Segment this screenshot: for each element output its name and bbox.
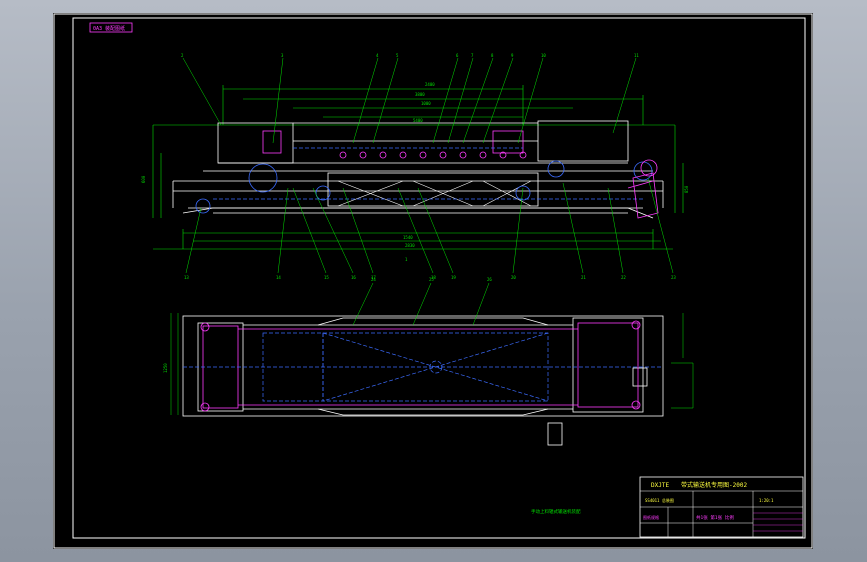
title-project: DXJTE xyxy=(651,482,669,489)
rollers xyxy=(262,130,527,159)
elevation-dimensions xyxy=(152,85,684,250)
balloon-19: 19 xyxy=(451,275,456,280)
balloon-5: 5 xyxy=(396,53,399,58)
balloon-21: 21 xyxy=(581,275,586,280)
drawing-svg: 0A3 装配图纸 2400 3800 1000 5400 600 850 154… xyxy=(53,13,813,549)
title-drawing: 带式输送机专用图-2002 xyxy=(681,481,747,489)
plan-view: 1250 24 25 26 xyxy=(163,277,694,446)
elevation-frame xyxy=(172,120,664,219)
dim-side-2: 850 xyxy=(684,185,689,193)
title-company: 图纸规格 xyxy=(643,514,659,520)
balloon-11: 11 xyxy=(634,53,639,58)
title-drawing-no: SS4011 总装图 xyxy=(645,497,674,503)
balloon-26: 26 xyxy=(487,277,492,282)
balloon-23: 23 xyxy=(671,275,676,280)
balloon-3: 3 xyxy=(281,53,284,58)
balloon-22: 22 xyxy=(621,275,626,280)
drawing-note: 手动上料辊式输送机装配 xyxy=(531,508,581,515)
balloon-10: 10 xyxy=(541,53,546,58)
balloon-4: 4 xyxy=(376,53,379,58)
title-block: DXJTE 带式输送机专用图-2002 SS4011 总装图 1:20:1 共1… xyxy=(639,476,804,538)
inner-frame xyxy=(72,17,806,539)
plan-hidden xyxy=(183,332,663,402)
dim-bottom-3: 1 xyxy=(405,257,408,262)
plan-dim-width: 1250 xyxy=(163,363,168,373)
dim-bottom-1: 1540 xyxy=(403,235,413,240)
balloon-25: 25 xyxy=(429,277,434,282)
balloon-20: 20 xyxy=(511,275,516,280)
title-scale-code: 1:20:1 xyxy=(759,498,774,503)
leaders-bottom xyxy=(185,177,674,274)
balloon-8: 8 xyxy=(491,53,494,58)
balloon-6: 6 xyxy=(456,53,459,58)
balloon-7: 7 xyxy=(471,53,474,58)
corner-tag-text: 0A3 装配图纸 xyxy=(93,25,125,32)
dim-top-4: 5400 xyxy=(413,118,423,123)
balloon-14: 14 xyxy=(276,275,281,280)
drive-unit xyxy=(627,159,659,219)
dim-bottom-2: 2830 xyxy=(405,243,415,248)
plan-dimensions xyxy=(170,313,694,415)
balloon-24: 24 xyxy=(371,277,376,282)
title-sheet: 共1张 第1张 比例 xyxy=(696,514,734,521)
elevation-view: 2400 3800 1000 5400 600 850 1540 2830 1 xyxy=(141,53,689,280)
balloon-2: 2 xyxy=(181,53,184,58)
dim-top-1: 2400 xyxy=(425,82,435,87)
cad-viewport[interactable]: 0A3 装配图纸 2400 3800 1000 5400 600 850 154… xyxy=(0,0,867,562)
drawing-canvas[interactable]: 0A3 装配图纸 2400 3800 1000 5400 600 850 154… xyxy=(53,13,813,549)
balloon-13: 13 xyxy=(184,275,189,280)
truss xyxy=(337,180,532,207)
plan-belt xyxy=(200,320,641,412)
dim-top-3: 1000 xyxy=(421,101,431,106)
leaders-top xyxy=(182,57,637,144)
plan-leaders xyxy=(352,282,490,326)
balloon-9: 9 xyxy=(511,53,514,58)
balloons-top: 2 3 4 5 6 7 8 9 10 11 xyxy=(181,53,639,58)
plan-balloons: 24 25 26 xyxy=(371,277,492,282)
dim-top-2: 3800 xyxy=(415,92,425,97)
dim-side-1: 600 xyxy=(141,175,146,183)
balloon-15: 15 xyxy=(324,275,329,280)
plan-frame xyxy=(182,315,664,446)
balloon-16: 16 xyxy=(351,275,356,280)
